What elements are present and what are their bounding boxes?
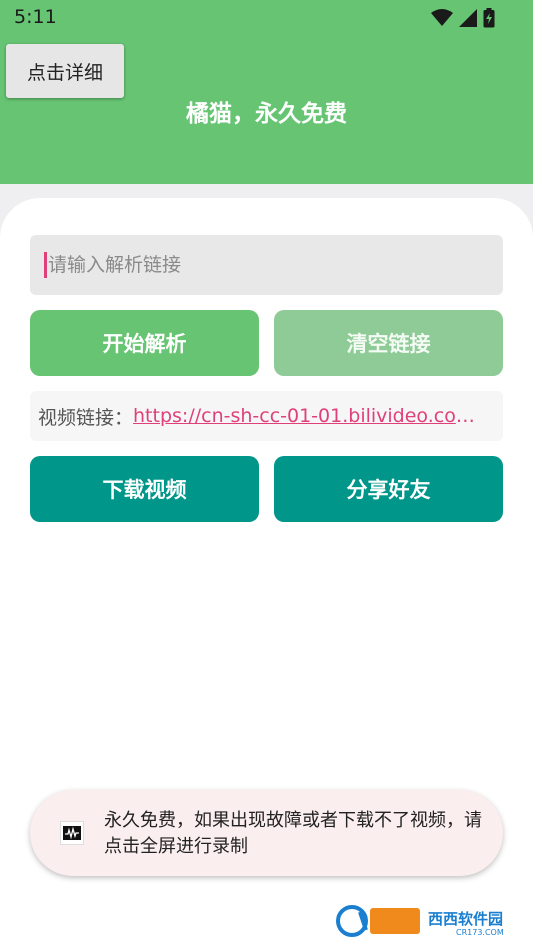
video-link-row: 视频链接： https://cn-sh-cc-01-01.bilivideo.c… — [30, 391, 503, 441]
wifi-icon — [431, 9, 453, 26]
detail-button[interactable]: 点击详细 — [6, 44, 124, 98]
status-icons — [431, 8, 495, 28]
share-friends-button[interactable]: 分享好友 — [274, 456, 503, 522]
app-header: 点击详细 橘猫，永久免费 — [0, 36, 533, 184]
battery-icon — [483, 8, 495, 28]
watermark-brand: 西西软件园 — [428, 910, 503, 928]
parse-button[interactable]: 开始解析 — [30, 310, 259, 376]
watermark-logo: 西西软件园 CR173.COM — [336, 904, 521, 938]
url-input[interactable] — [48, 235, 488, 295]
text-cursor — [44, 252, 47, 278]
signal-icon — [459, 9, 477, 27]
video-link-label: 视频链接： — [38, 406, 134, 429]
url-input-container[interactable] — [30, 235, 503, 295]
toast-text: 永久免费，如果出现故障或者下载不了视频，请点击全屏进行录制 — [104, 810, 482, 857]
watermark-domain: CR173.COM — [456, 928, 504, 937]
app-icon — [60, 821, 84, 845]
page-title: 橘猫，永久免费 — [186, 101, 347, 127]
video-link-url[interactable]: https://cn-sh-cc-01-01.bilivideo.com/upg… — [133, 405, 488, 427]
toast-message: 永久免费，如果出现故障或者下载不了视频，请点击全屏进行录制 — [30, 790, 503, 876]
status-time: 5:11 — [14, 6, 57, 28]
download-video-button[interactable]: 下载视频 — [30, 456, 259, 522]
clear-link-button[interactable]: 清空链接 — [274, 310, 503, 376]
status-bar: 5:11 — [0, 0, 533, 36]
